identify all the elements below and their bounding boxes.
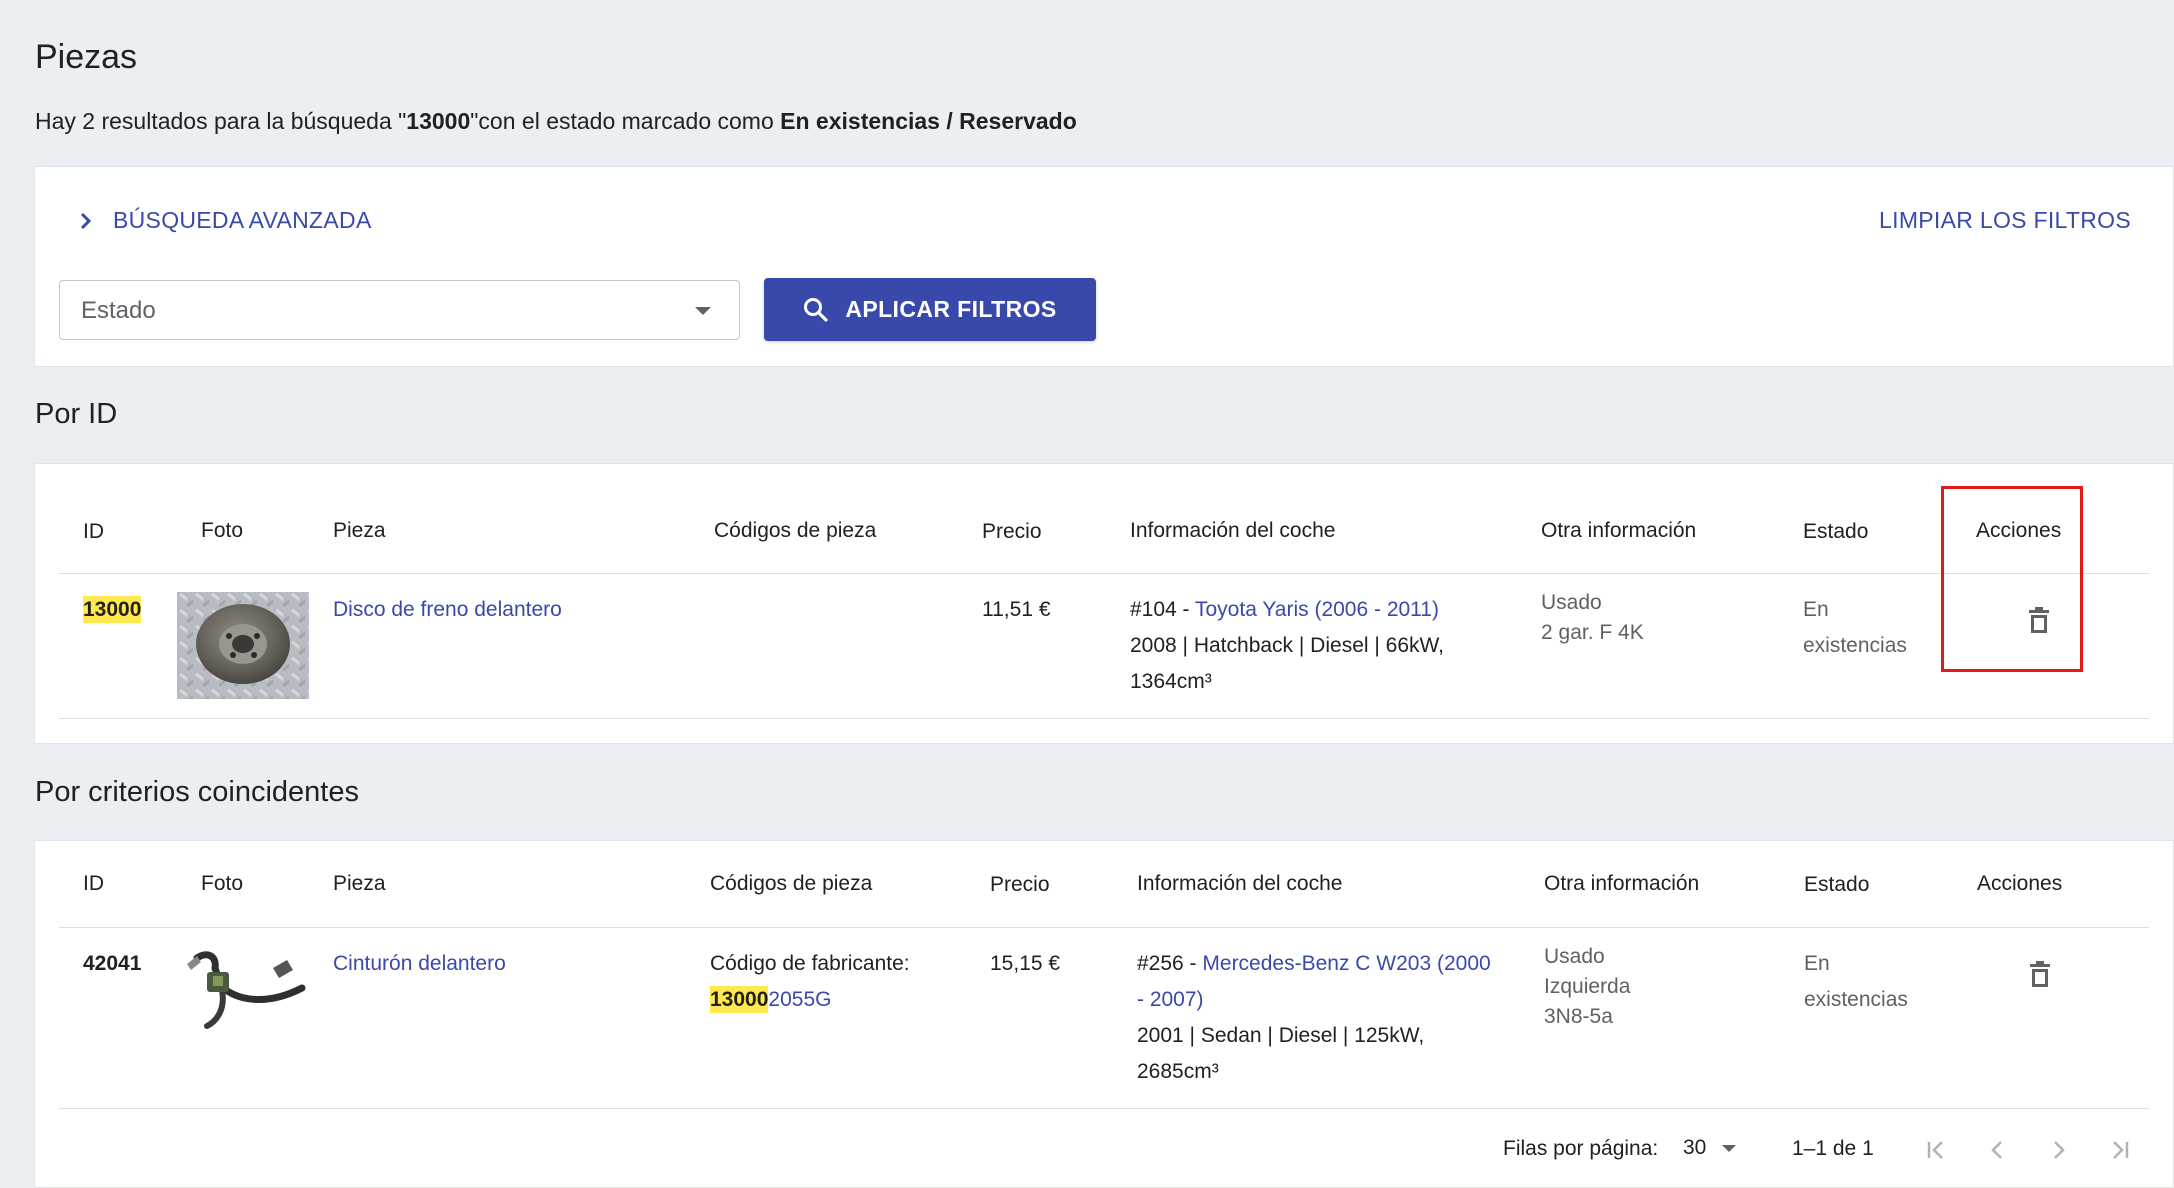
car-info: #256 - Mercedes-Benz C W203 (2000 - 2007… (1137, 946, 1517, 1090)
first-page-icon[interactable] (1923, 1137, 1949, 1163)
car-ref: #104 - (1130, 598, 1195, 621)
col-header-part: Pieza (333, 872, 386, 895)
part-codes: Código de fabricante: 130002055G (710, 946, 910, 1018)
next-page-icon[interactable] (2045, 1137, 2071, 1163)
other-info-line-1: Usado (1541, 591, 1602, 614)
car-details-line-1: 2008 | Hatchback | Diesel | 66kW, (1130, 634, 1445, 657)
part-photo (177, 592, 309, 699)
other-info: Usado Izquierda 3N8-5a (1544, 942, 1630, 1032)
col-header-part: Pieza (333, 519, 386, 542)
col-header-other-info: Otra información (1541, 519, 1697, 542)
row-divider (59, 718, 2149, 719)
clear-filters-button[interactable]: LIMPIAR LOS FILTROS (1879, 207, 2131, 234)
col-header-photo: Foto (201, 872, 244, 895)
pagination-range: 1–1 de 1 (1792, 1137, 1874, 1160)
state-text: En existencias (1803, 592, 1907, 664)
code-link[interactable]: 2055G (768, 988, 831, 1011)
filters-card: BÚSQUEDA AVANZADA LIMPIAR LOS FILTROS Es… (34, 166, 2174, 367)
state-line-2: existencias (1804, 988, 1908, 1011)
row-id: 42041 (83, 952, 142, 975)
by-criteria-section-title: Por criterios coincidentes (35, 776, 359, 808)
apply-filters-label: APLICAR FILTROS (845, 296, 1057, 322)
state-line-1: En (1804, 952, 1830, 975)
car-details-line-1: 2001 | Sedan | Diesel | 125kW, (1137, 1024, 1425, 1047)
row-id-highlight: 13000 (83, 596, 142, 623)
part-price: 11,51 € (982, 598, 1051, 621)
part-photo (177, 946, 309, 1036)
codes-label: Código de fabricante: (710, 952, 910, 975)
search-summary: Hay 2 resultados para la búsqueda "13000… (35, 108, 1077, 135)
col-header-car-info: Información del coche (1130, 519, 1336, 542)
advanced-search-toggle[interactable]: BÚSQUEDA AVANZADA (79, 207, 372, 234)
by-id-table: ID Foto Pieza Códigos de pieza Precio In… (34, 463, 2174, 744)
summary-mid: "con el estado marcado como (470, 108, 781, 134)
col-header-id: ID (83, 520, 104, 543)
car-info: #104 - Toyota Yaris (2006 - 2011) 2008 |… (1130, 592, 1510, 700)
last-page-icon[interactable] (2107, 1137, 2133, 1163)
part-link[interactable]: Cinturón delantero (333, 946, 506, 982)
prev-page-icon[interactable] (1985, 1137, 2011, 1163)
col-header-other-info: Otra información (1544, 872, 1700, 895)
chevron-right-icon (80, 212, 92, 229)
header-divider (59, 573, 2149, 574)
row-id: 13000 (83, 592, 142, 628)
car-link[interactable]: Mercedes-Benz C W203 (2000 (1202, 952, 1490, 975)
state-text: En existencias (1804, 946, 1908, 1018)
dropdown-arrow-icon (1722, 1144, 1737, 1152)
col-header-state: Estado (1804, 873, 1870, 896)
apply-filters-button[interactable]: APLICAR FILTROS (764, 278, 1096, 341)
code-highlight: 13000 (710, 986, 769, 1013)
car-details-line-2: 1364cm³ (1130, 670, 1212, 693)
col-header-car-info: Información del coche (1137, 872, 1343, 895)
search-icon (804, 297, 828, 322)
col-header-actions: Acciones (1977, 872, 2063, 895)
advanced-search-label: BÚSQUEDA AVANZADA (113, 207, 372, 233)
state-select[interactable]: Estado (59, 280, 740, 340)
page-title: Piezas (35, 38, 138, 76)
trash-icon[interactable] (2028, 959, 2052, 989)
other-info-line-3: 3N8-5a (1544, 1005, 1613, 1028)
rows-per-page-value: 30 (1683, 1136, 1707, 1159)
other-info: Usado 2 gar. F 4K (1541, 588, 1644, 648)
summary-query: 13000 (406, 108, 471, 134)
dropdown-arrow-icon (695, 307, 711, 315)
col-header-id: ID (83, 872, 104, 895)
by-id-section-title: Por ID (35, 398, 118, 430)
col-header-codes: Códigos de pieza (710, 872, 873, 895)
other-info-line-2: 2 gar. F 4K (1541, 621, 1644, 644)
header-divider (59, 927, 2149, 928)
row-divider (59, 1108, 2149, 1109)
car-details-line-2: 2685cm³ (1137, 1060, 1219, 1083)
col-header-state: Estado (1803, 520, 1869, 543)
annotation-highlight-box (1941, 486, 2083, 672)
col-header-codes: Códigos de pieza (714, 519, 877, 542)
by-criteria-table: ID Foto Pieza Códigos de pieza Precio In… (34, 840, 2174, 1188)
car-link[interactable]: Toyota Yaris (2006 - 2011) (1195, 598, 1439, 621)
summary-state: En existencias / Reservado (780, 108, 1077, 134)
other-info-line-2: Izquierda (1544, 975, 1631, 998)
rows-per-page-select[interactable]: 30 (1683, 1136, 1737, 1160)
rows-per-page-label: Filas por página: (1503, 1137, 1659, 1160)
col-header-price: Precio (990, 873, 1050, 896)
col-header-photo: Foto (201, 519, 244, 542)
car-ref: #256 - (1137, 952, 1203, 975)
state-line-1: En (1803, 598, 1829, 621)
state-select-placeholder: Estado (81, 297, 156, 324)
summary-prefix: Hay 2 resultados para la búsqueda " (35, 108, 407, 134)
col-header-price: Precio (982, 520, 1042, 543)
state-line-2: existencias (1803, 634, 1907, 657)
car-link-continued[interactable]: - 2007) (1137, 982, 1517, 1018)
part-link[interactable]: Disco de freno delantero (333, 592, 562, 628)
part-price: 15,15 € (990, 952, 1061, 975)
other-info-line-1: Usado (1544, 945, 1605, 968)
